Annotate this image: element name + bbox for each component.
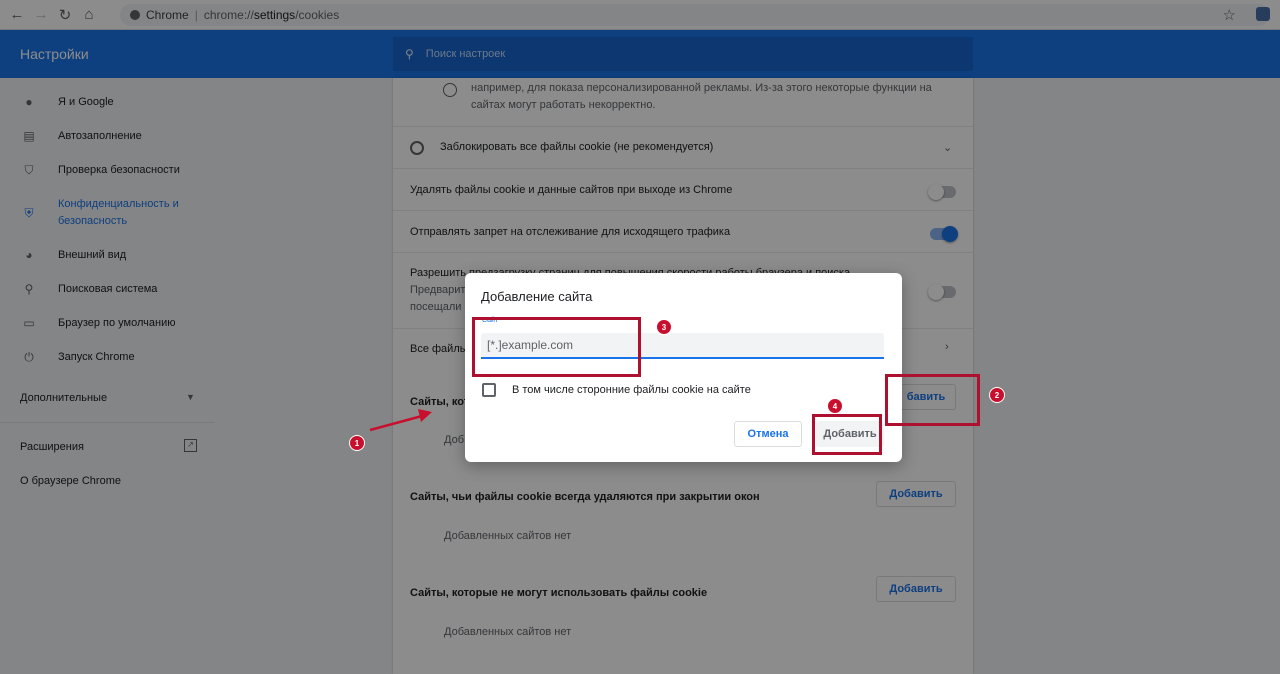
annotation-badge-1: 1 <box>349 435 365 451</box>
annotation-badge-4: 4 <box>827 398 843 414</box>
annotation-highlight-4 <box>812 414 882 455</box>
annotation-badge-3: 3 <box>656 319 672 335</box>
annotation-highlight-2 <box>885 374 980 426</box>
annotation-badge-2: 2 <box>989 387 1005 403</box>
annotation-highlight-3 <box>472 317 641 377</box>
